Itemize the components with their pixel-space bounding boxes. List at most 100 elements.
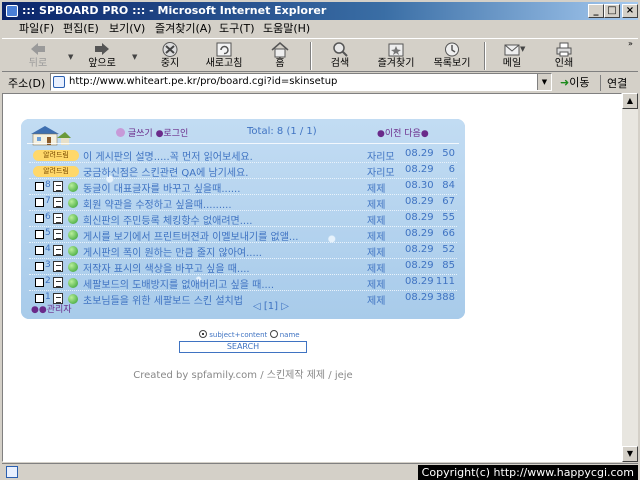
menu-help[interactable]: 도움말(H) [260, 22, 313, 36]
post-row[interactable]: 5 게시를 보기에서 프린트버젼과 이멜보내기를 없앨... 제제 08.29 … [29, 227, 457, 243]
radio-subject-content[interactable] [199, 330, 207, 338]
green-ball-icon [68, 198, 78, 208]
notice-subject[interactable]: 궁금하신점은 스킨관련 QA에 남기세요. [83, 164, 248, 179]
row-checkbox[interactable] [35, 230, 44, 239]
row-date: 08.29 [405, 244, 434, 255]
refresh-button[interactable]: 새로고침 [198, 40, 250, 72]
forward-arrow-icon [95, 43, 109, 55]
history-button[interactable]: 목록보기 [426, 40, 478, 72]
row-hits: 66 [442, 228, 455, 239]
notice-row[interactable]: 알려드림 궁금하신점은 스킨관련 QA에 남기세요. 자리모 08.29 6 [29, 163, 457, 179]
post-row[interactable]: 4 게시판의 폭이 원하는 만큼 줄지 않아여..... 제제 08.29 52 [29, 243, 457, 259]
board-panel: 글쓰기 ●로그인 Total: 8 (1 / 1) ●이전 다음● 알려드림 이… [21, 119, 465, 319]
row-checkbox[interactable] [35, 278, 44, 287]
post-row[interactable]: 7 회원 약관을 수정하고 싶을때......... 제제 08.29 67 [29, 195, 457, 211]
forward-dropdown-icon[interactable]: ▼ [132, 53, 137, 61]
address-bar: 주소(D) http://www.whiteart.pe.kr/pro/boar… [2, 73, 638, 91]
menu-edit[interactable]: 편집(E) [60, 22, 102, 36]
pagination[interactable]: ◁ [1] ▷ [253, 301, 289, 312]
scroll-up-icon[interactable]: ▲ [622, 93, 638, 109]
row-author: 제제 [367, 216, 386, 227]
minimize-button[interactable]: _ [588, 4, 604, 18]
back-arrow-icon [31, 43, 45, 55]
go-button[interactable]: ➜이동 [560, 74, 589, 90]
home-button[interactable]: 홈 [254, 40, 306, 72]
post-row[interactable]: 3 저작자 표시의 색상을 바꾸고 싶을 때.... 제제 08.29 85 [29, 259, 457, 275]
address-url[interactable]: http://www.whiteart.pe.kr/pro/board.cgi?… [69, 76, 337, 87]
menu-tools[interactable]: 도구(T) [216, 22, 258, 36]
row-hits: 6 [448, 164, 455, 175]
row-author: 제제 [367, 264, 386, 275]
row-subject[interactable]: 동글이 대표글자를 바꾸고 싶을때...... [83, 180, 240, 195]
document-icon [53, 277, 63, 288]
write-icon [116, 128, 125, 137]
row-subject[interactable]: 게시를 보기에서 프린트버젼과 이멜보내기를 없앨... [83, 228, 298, 243]
toolbar-chevron-icon[interactable]: » [628, 39, 633, 48]
row-checkbox[interactable] [35, 246, 44, 255]
row-subject[interactable]: 세팔보드의 도배방지를 없애버리고 싶을 때.... [83, 276, 274, 291]
row-subject[interactable]: 게시판의 폭이 원하는 만큼 줄지 않아여..... [83, 244, 262, 259]
write-button[interactable]: 글쓰기 ●로그인 [116, 126, 188, 139]
toolbar-separator [310, 42, 312, 70]
mail-button[interactable]: 메일 [486, 40, 538, 72]
radio-subject-content-label: subject+content [209, 331, 268, 339]
address-dropdown-icon[interactable]: ▼ [537, 74, 551, 90]
search-button[interactable]: 검색 [314, 40, 366, 72]
notice-subject[interactable]: 이 게시판의 설명.....꼭 먼저 읽어보세요. [83, 148, 253, 163]
document-icon [53, 245, 63, 256]
row-subject[interactable]: 초보님들을 위한 세팔보드 스킨 설치법 [83, 292, 243, 307]
page-content: 글쓰기 ●로그인 Total: 8 (1 / 1) ●이전 다음● 알려드림 이… [2, 93, 622, 462]
row-checkbox[interactable] [35, 262, 44, 271]
close-button[interactable]: × [622, 4, 638, 18]
post-row[interactable]: 1 초보님들을 위한 세팔보드 스킨 설치법 제제 08.29 388 [29, 291, 457, 307]
links-button[interactable]: 연결 [600, 75, 627, 91]
radio-name[interactable] [269, 330, 278, 338]
print-button[interactable]: 인쇄 [538, 40, 590, 72]
total-count: Total: 8 (1 / 1) [247, 126, 317, 137]
address-input[interactable]: http://www.whiteart.pe.kr/pro/board.cgi?… [50, 73, 552, 91]
row-hits: 67 [442, 196, 455, 207]
notice-badge: 알려드림 [33, 166, 79, 177]
document-icon [53, 181, 63, 192]
vertical-scrollbar[interactable]: ▲ ▼ [622, 93, 638, 462]
back-label: 뒤로 [28, 58, 48, 69]
refresh-label: 새로고침 [205, 58, 243, 69]
post-row[interactable]: 8 동글이 대표글자를 바꾸고 싶을때...... 제제 08.30 84 [29, 179, 457, 195]
toolbar: 뒤로 ▼ 앞으로 ▼ 중지 새로고침 홈 검색 즐겨찾기 목록보기 메일 ▼ 인… [2, 38, 638, 72]
stop-button[interactable]: 중지 [144, 40, 196, 72]
print-label: 인쇄 [554, 58, 574, 69]
row-subject[interactable]: 저작자 표시의 색상을 바꾸고 싶을 때.... [83, 260, 250, 275]
menu-favorites[interactable]: 즐겨찾기(A) [152, 22, 215, 36]
mail-dropdown-icon[interactable]: ▼ [520, 45, 525, 53]
mail-icon [504, 44, 520, 56]
address-label: 주소(D) [8, 77, 46, 90]
row-checkbox[interactable] [35, 182, 44, 191]
forward-button[interactable]: 앞으로 [76, 40, 128, 72]
admin-button[interactable]: ●●관리자 [31, 302, 72, 315]
row-author: 제제 [367, 200, 386, 211]
menu-file[interactable]: 파일(F) [16, 22, 57, 36]
scroll-down-icon[interactable]: ▼ [622, 446, 638, 462]
post-row[interactable]: 6 희신판의 주민등록 체킹항수 없애려면.... 제제 08.29 55 [29, 211, 457, 227]
row-subject[interactable]: 회원 약관을 수정하고 싶을때......... [83, 196, 232, 211]
back-button[interactable]: 뒤로 [12, 40, 64, 72]
row-date: 08.29 [405, 276, 434, 287]
row-subject[interactable]: 희신판의 주민등록 체킹항수 없애려면.... [83, 212, 252, 227]
row-checkbox[interactable] [35, 214, 44, 223]
favorites-icon [388, 43, 404, 57]
row-checkbox[interactable] [35, 198, 44, 207]
favorites-button[interactable]: 즐겨찾기 [370, 40, 422, 72]
document-icon [53, 261, 63, 272]
search-input[interactable]: SEARCH [179, 341, 307, 353]
back-dropdown-icon[interactable]: ▼ [68, 53, 73, 61]
menu-view[interactable]: 보기(V) [106, 22, 148, 36]
row-date: 08.29 [405, 148, 434, 159]
notice-row[interactable]: 알려드림 이 게시판의 설명.....꼭 먼저 읽어보세요. 자리모 08.29… [29, 147, 457, 163]
row-hits: 388 [435, 292, 455, 303]
maximize-button[interactable]: □ [604, 4, 620, 18]
post-row[interactable]: 2 세팔보드의 도배방지를 없애버리고 싶을 때.... 제제 08.29 11… [29, 275, 457, 291]
row-hits: 85 [442, 260, 455, 271]
green-ball-icon [68, 182, 78, 192]
menu-bar: 파일(F) 편집(E) 보기(V) 즐겨찾기(A) 도구(T) 도움말(H) [2, 20, 638, 38]
prev-next-buttons[interactable]: ●이전 다음● [377, 126, 429, 139]
